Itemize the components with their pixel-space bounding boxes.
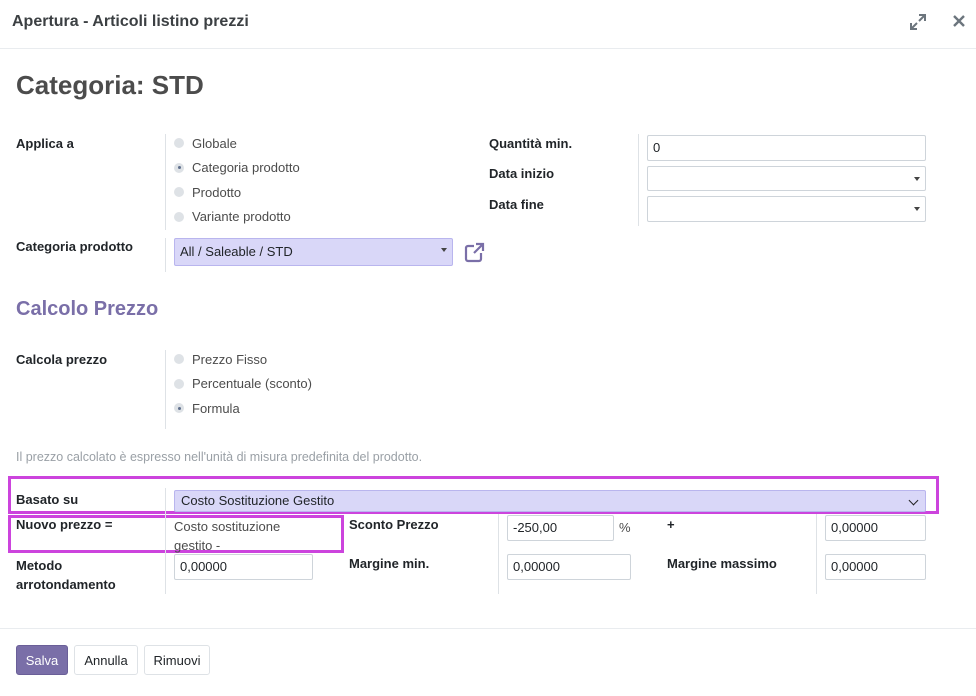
date-start-input[interactable]	[647, 166, 926, 191]
radio-product[interactable]: Prodotto	[174, 182, 300, 202]
radio-label: Categoria prodotto	[192, 160, 300, 175]
radio-button-checked[interactable]	[174, 403, 184, 413]
apply-on-label: Applica a	[16, 136, 74, 151]
compute-price-label: Calcola prezzo	[16, 352, 108, 367]
apply-on-radio-group: Globale Categoria prodotto Prodotto Vari…	[174, 133, 300, 227]
rounding-label-line2: arrotondamento	[16, 577, 116, 592]
radio-label: Prodotto	[192, 184, 242, 200]
chevron-down-icon	[908, 495, 919, 506]
radio-button[interactable]	[174, 138, 184, 148]
radio-button[interactable]	[174, 378, 184, 389]
radio-button[interactable]	[174, 354, 184, 364]
radio-percentage[interactable]: Percentuale (sconto)	[174, 374, 312, 394]
close-icon[interactable]	[951, 13, 967, 33]
percent-unit: %	[619, 520, 631, 535]
product-category-label: Categoria prodotto	[16, 239, 133, 254]
base-select[interactable]: Costo Sostituzione Gestito	[174, 490, 926, 512]
divider	[165, 488, 166, 594]
date-start-label: Data inizio	[489, 166, 555, 181]
min-margin-input[interactable]: 0,00000	[507, 554, 631, 580]
max-margin-label: Margine massimo	[667, 556, 777, 571]
radio-button[interactable]	[174, 211, 184, 222]
divider	[165, 134, 166, 230]
help-text: Il prezzo calcolato è espresso nell'unit…	[16, 450, 423, 464]
radio-label: Variante prodotto	[192, 209, 291, 224]
radio-label: Globale	[192, 135, 237, 151]
radio-fixed-price[interactable]: Prezzo Fisso	[174, 349, 312, 369]
discard-button[interactable]: Annulla	[74, 645, 138, 675]
radio-label: Prezzo Fisso	[192, 351, 268, 367]
product-category-value: All / Saleable / STD	[180, 244, 293, 259]
product-category-select[interactable]: All / Saleable / STD	[174, 238, 453, 266]
radio-product-category[interactable]: Categoria prodotto	[174, 158, 300, 178]
external-link-icon[interactable]	[463, 242, 485, 267]
section-title-price: Calcolo Prezzo	[16, 298, 159, 320]
record-title: Categoria: STD	[16, 70, 204, 100]
radio-formula[interactable]: Formula	[174, 398, 312, 418]
save-button[interactable]: Salva	[16, 645, 68, 675]
caret-down-icon	[914, 207, 920, 211]
new-price-formula: Costo sostituzione gestito -	[174, 517, 280, 555]
radio-button[interactable]	[174, 187, 184, 197]
min-quantity-label: Quantità min.	[489, 136, 573, 151]
rounding-label-line1: Metodo	[16, 558, 63, 573]
radio-label: Formula	[192, 400, 240, 416]
max-margin-input[interactable]: 0,00000	[825, 554, 926, 580]
price-discount-label: Sconto Prezzo	[349, 517, 439, 532]
caret-down-icon	[441, 248, 447, 252]
price-discount-input[interactable]: -250,00	[507, 515, 614, 541]
base-label: Basato su	[16, 492, 79, 507]
divider	[638, 134, 639, 226]
divider	[165, 238, 166, 272]
radio-label: Percentuale (sconto)	[192, 376, 312, 391]
min-quantity-input[interactable]: 0	[647, 135, 926, 161]
price-surcharge-label: +	[667, 517, 675, 532]
radio-button-checked[interactable]	[174, 162, 184, 173]
expand-icon[interactable]	[909, 13, 927, 35]
radio-global[interactable]: Globale	[174, 133, 300, 153]
divider	[498, 514, 499, 594]
divider	[816, 514, 817, 594]
rounding-label: Metodo arrotondamento	[16, 556, 116, 594]
new-price-line1: Costo sostituzione	[174, 519, 281, 534]
divider	[165, 350, 166, 429]
date-end-label: Data fine	[489, 197, 544, 212]
new-price-line2: gestito -	[174, 538, 221, 553]
compute-price-radio-group: Prezzo Fisso Percentuale (sconto) Formul…	[174, 349, 312, 418]
remove-button[interactable]: Rimuovi	[144, 645, 210, 675]
new-price-label: Nuovo prezzo =	[16, 517, 113, 532]
base-value: Costo Sostituzione Gestito	[181, 493, 335, 508]
caret-down-icon	[914, 177, 920, 181]
min-margin-label: Margine min.	[349, 556, 430, 571]
footer-divider	[0, 628, 976, 629]
radio-product-variant[interactable]: Variante prodotto	[174, 207, 300, 227]
date-end-input[interactable]	[647, 196, 926, 222]
modal-title: Apertura - Articoli listino prezzi	[12, 13, 249, 30]
rounding-input[interactable]: 0,00000	[174, 554, 313, 580]
price-surcharge-input[interactable]: 0,00000	[825, 515, 926, 541]
